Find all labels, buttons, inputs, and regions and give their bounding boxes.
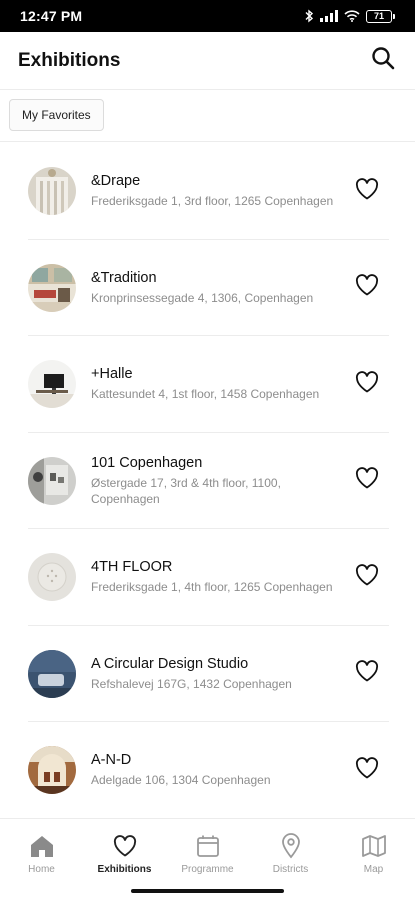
exhibition-thumbnail	[28, 746, 76, 795]
favorite-button[interactable]	[353, 563, 381, 591]
filter-row: My Favorites	[0, 90, 415, 142]
exhibition-address: Frederiksgade 1, 3rd floor, 1265 Copenha…	[91, 194, 334, 209]
page-title: Exhibitions	[18, 49, 121, 71]
status-time: 12:47 PM	[20, 8, 83, 24]
nav-label: Programme	[181, 864, 234, 875]
exhibition-item[interactable]: &Tradition Kronprinsessegade 4, 1306, Co…	[0, 240, 415, 337]
exhibition-item[interactable]: +Halle Kattesundet 4, 1st floor, 1458 Co…	[0, 336, 415, 433]
bottom-nav: Home Exhibitions Programme Districts Map	[0, 818, 415, 900]
my-favorites-chip[interactable]: My Favorites	[9, 99, 104, 131]
favorite-button[interactable]	[353, 370, 381, 398]
exhibition-name: &Drape	[91, 173, 141, 190]
exhibition-name: &Tradition	[91, 269, 157, 286]
exhibition-item[interactable]: &Drape Frederiksgade 1, 3rd floor, 1265 …	[0, 143, 415, 240]
heart-outline-icon	[355, 370, 379, 398]
favorite-button[interactable]	[353, 660, 381, 688]
nav-label: Districts	[272, 864, 309, 875]
exhibition-thumbnail	[28, 263, 76, 312]
home-icon	[29, 833, 55, 859]
nav-map[interactable]: Map	[332, 833, 415, 900]
nav-label: Exhibitions	[97, 864, 152, 875]
exhibition-address: Kronprinsessegade 4, 1306, Copenhagen	[91, 290, 314, 305]
exhibition-thumbnail	[28, 167, 76, 216]
favorite-button[interactable]	[353, 274, 381, 302]
exhibition-name: A Circular Design Studio	[91, 655, 249, 672]
heart-icon	[113, 833, 137, 859]
heart-outline-icon	[355, 756, 379, 784]
favorite-button[interactable]	[353, 467, 381, 495]
heart-outline-icon	[355, 467, 379, 494]
search-icon	[371, 46, 395, 75]
exhibition-name: +Halle	[91, 366, 133, 383]
exhibition-item[interactable]: A-N-D Adelgade 106, 1304 Copenhagen	[0, 722, 415, 818]
search-button[interactable]	[367, 45, 399, 77]
battery-icon: 71	[366, 9, 395, 23]
bluetooth-icon	[304, 9, 314, 23]
exhibition-thumbnail	[28, 456, 76, 505]
exhibition-item[interactable]: 101 Copenhagen Østergade 17, 3rd & 4th f…	[0, 433, 415, 530]
exhibition-thumbnail	[28, 360, 76, 409]
home-indicator[interactable]	[131, 889, 284, 893]
signal-icon	[320, 10, 338, 22]
exhibition-name: 4TH FLOOR	[91, 559, 173, 576]
exhibition-address: Adelgade 106, 1304 Copenhagen	[91, 773, 271, 788]
heart-outline-icon	[355, 563, 379, 591]
heart-outline-icon	[355, 177, 379, 205]
wifi-icon	[344, 10, 360, 22]
exhibition-list: &Drape Frederiksgade 1, 3rd floor, 1265 …	[0, 143, 415, 818]
app-header: Exhibitions	[0, 32, 415, 90]
exhibition-name: A-N-D	[91, 752, 132, 769]
exhibition-thumbnail	[28, 649, 76, 698]
nav-label: Map	[363, 864, 384, 875]
exhibition-address: Kattesundet 4, 1st floor, 1458 Copenhage…	[91, 387, 320, 402]
favorite-button[interactable]	[353, 177, 381, 205]
heart-outline-icon	[355, 660, 379, 687]
map-icon	[361, 833, 387, 859]
status-icons: 71	[304, 9, 395, 23]
battery-level: 71	[366, 9, 392, 23]
exhibition-item[interactable]: 4TH FLOOR Frederiksgade 1, 4th floor, 12…	[0, 529, 415, 626]
exhibition-thumbnail	[28, 553, 76, 602]
exhibition-address: Refshalevej 167G, 1432 Copenhagen	[91, 676, 292, 691]
nav-home[interactable]: Home	[0, 833, 83, 900]
calendar-icon	[196, 833, 220, 859]
location-pin-icon	[281, 833, 301, 859]
status-bar: 12:47 PM 71	[0, 0, 415, 32]
heart-outline-icon	[355, 274, 379, 301]
exhibition-address: Frederiksgade 1, 4th floor, 1265 Copenha…	[91, 580, 333, 595]
nav-label: Home	[28, 864, 55, 875]
exhibition-name: 101 Copenhagen	[91, 454, 203, 471]
exhibition-address: Østergade 17, 3rd & 4th floor, 1100, Cop…	[91, 475, 281, 506]
favorite-button[interactable]	[353, 756, 381, 784]
exhibition-item[interactable]: A Circular Design Studio Refshalevej 167…	[0, 626, 415, 723]
